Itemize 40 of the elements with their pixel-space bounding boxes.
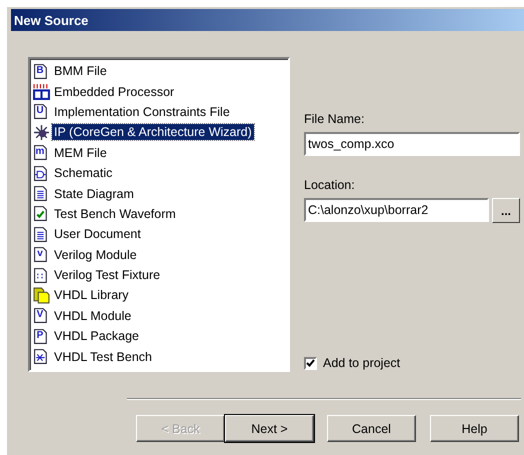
document-icon: U [33,103,50,120]
schematic-icon [33,164,50,182]
source-type-item[interactable]: IP (CoreGen & Architecture Wizard) [52,124,254,140]
source-type-item[interactable]: VHDL Test Bench [52,348,154,365]
document-icon: B [33,62,50,80]
document-icon: v [33,246,50,264]
source-type-item[interactable]: State Diagram [52,186,136,202]
window-title: New Source [11,9,524,31]
source-type-item[interactable]: Implementation Constraints File [52,104,232,120]
document-icon [33,348,50,366]
folder-icon [33,286,50,304]
source-type-item[interactable]: BMM File [52,63,109,80]
chip-icon [33,83,50,100]
source-type-item[interactable]: Schematic [52,165,114,182]
file-name-field[interactable]: twos_comp.xco [304,132,520,156]
field-label: File Name: [304,112,366,126]
source-type-item[interactable]: Embedded Processor [52,84,176,100]
document-icon [33,226,50,243]
source-type-item[interactable]: VHDL Module [52,308,134,324]
document-icon: m [33,144,50,162]
document-icon: V [33,307,50,324]
source-type-item[interactable]: User Document [52,226,143,242]
checked-document-icon [33,205,50,222]
dialog-button[interactable]: Next > [225,415,314,442]
source-type-item[interactable]: VHDL Library [52,287,131,304]
document-icon: P [33,328,50,345]
document-icon [33,185,50,202]
source-type-item[interactable]: MEM File [52,144,109,161]
source-type-item[interactable]: VHDL Package [52,328,141,344]
document-icon [33,266,50,284]
source-type-item[interactable]: Test Bench Waveform [52,206,178,222]
checkbox-label[interactable]: Add to project [323,356,400,370]
location-field[interactable]: C:\alonzo\xup\borrar2 [304,198,489,222]
dialog-button[interactable]: Help [430,415,519,442]
dialog-button[interactable]: Cancel [327,415,416,442]
checkbox[interactable] [304,356,317,370]
field-label: Location: [304,178,356,192]
browse-button[interactable]: ... [492,198,520,223]
source-type-item[interactable]: Verilog Test Fixture [52,267,162,284]
source-type-item[interactable]: Verilog Module [52,246,139,263]
